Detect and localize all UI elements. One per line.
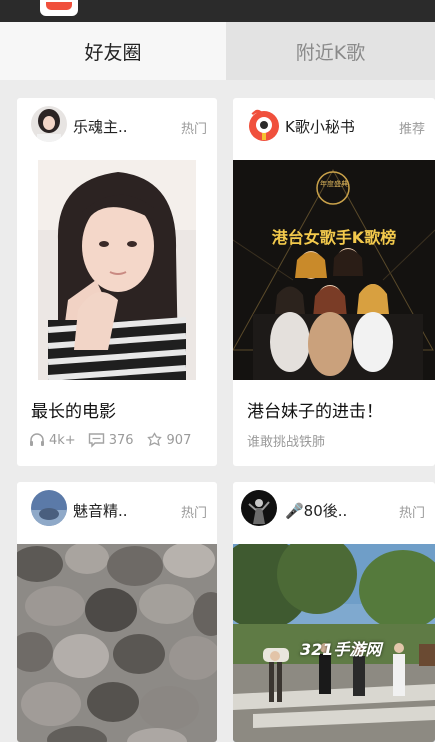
author-name[interactable]: 乐魂主.. [73,116,128,137]
card-header: 乐魂主.. 热门 [17,98,217,158]
karaoke-bot-avatar[interactable] [247,108,281,142]
feed-card[interactable]: 魅音精.. 热门 [17,482,217,742]
poster-badge: 年度盛典 [320,180,348,188]
song-title[interactable]: 最长的电影 [31,397,116,422]
hot-tag: 热门 [180,506,207,521]
user-avatar[interactable] [31,490,67,526]
author-name[interactable]: K歌小秘书 [285,116,355,137]
feed-card[interactable]: 乐魂主.. 热门 最长的电影 4k+ 376 907 [17,98,217,466]
hot-tag: 热门 [398,506,425,521]
tab-friends-circle-label: 好友圈 [84,41,142,64]
comment-icon [88,433,104,448]
site-watermark: 321手游网 [300,640,382,659]
comments-count: 376 [108,432,134,448]
author-name[interactable]: 魅音精.. [73,500,128,521]
user-avatar[interactable] [241,490,277,526]
song-cover-image[interactable] [17,544,217,742]
gifts-count: 907 [166,432,192,448]
app-logo-icon [40,0,78,16]
recommend-tag: 推荐 [398,122,425,137]
tab-friends-circle[interactable]: 好友圈 [0,22,226,80]
song-cover-image[interactable]: 年度盛典 港台女歌手K歌榜 [233,160,435,380]
app-top-bar [0,0,435,22]
hot-tag: 热门 [180,122,207,137]
tab-bar: 好友圈 附近K歌 [0,22,435,80]
song-title[interactable]: 港台妹子的进击！ [247,397,383,422]
card-stats: 4k+ 376 907 [29,430,203,450]
tab-nearby-karaoke-label: 附近K歌 [295,41,366,64]
flower-gift-icon [146,432,162,447]
card-header: 魅音精.. 热门 [17,482,217,542]
feed-grid: 乐魂主.. 热门 最长的电影 4k+ 376 907 K歌小秘书 推荐 年度盛典… [0,80,435,742]
poster-headline: 港台女歌手K歌榜 [271,228,397,247]
tab-nearby-karaoke[interactable]: 附近K歌 [226,22,435,80]
feed-card[interactable]: 🎤80後.. 热门 [233,482,435,742]
listens-count: 4k+ [49,432,76,448]
song-cover-image[interactable] [38,160,196,380]
card-header: 🎤80後.. 热门 [233,482,435,542]
card-header: K歌小秘书 推荐 [233,98,435,158]
author-name[interactable]: 🎤80後.. [285,500,347,521]
comments-stat: 376 [88,432,134,448]
song-subtitle: 谁敢挑战铁肺 [247,435,326,450]
user-avatar[interactable] [31,106,67,142]
headphones-icon [30,433,44,446]
listens-stat: 4k+ [29,432,76,448]
feed-card[interactable]: K歌小秘书 推荐 年度盛典 港台女歌手K歌榜 港台妹子的进击！ 谁敢挑战铁肺 [233,98,435,466]
gifts-stat: 907 [146,432,192,448]
